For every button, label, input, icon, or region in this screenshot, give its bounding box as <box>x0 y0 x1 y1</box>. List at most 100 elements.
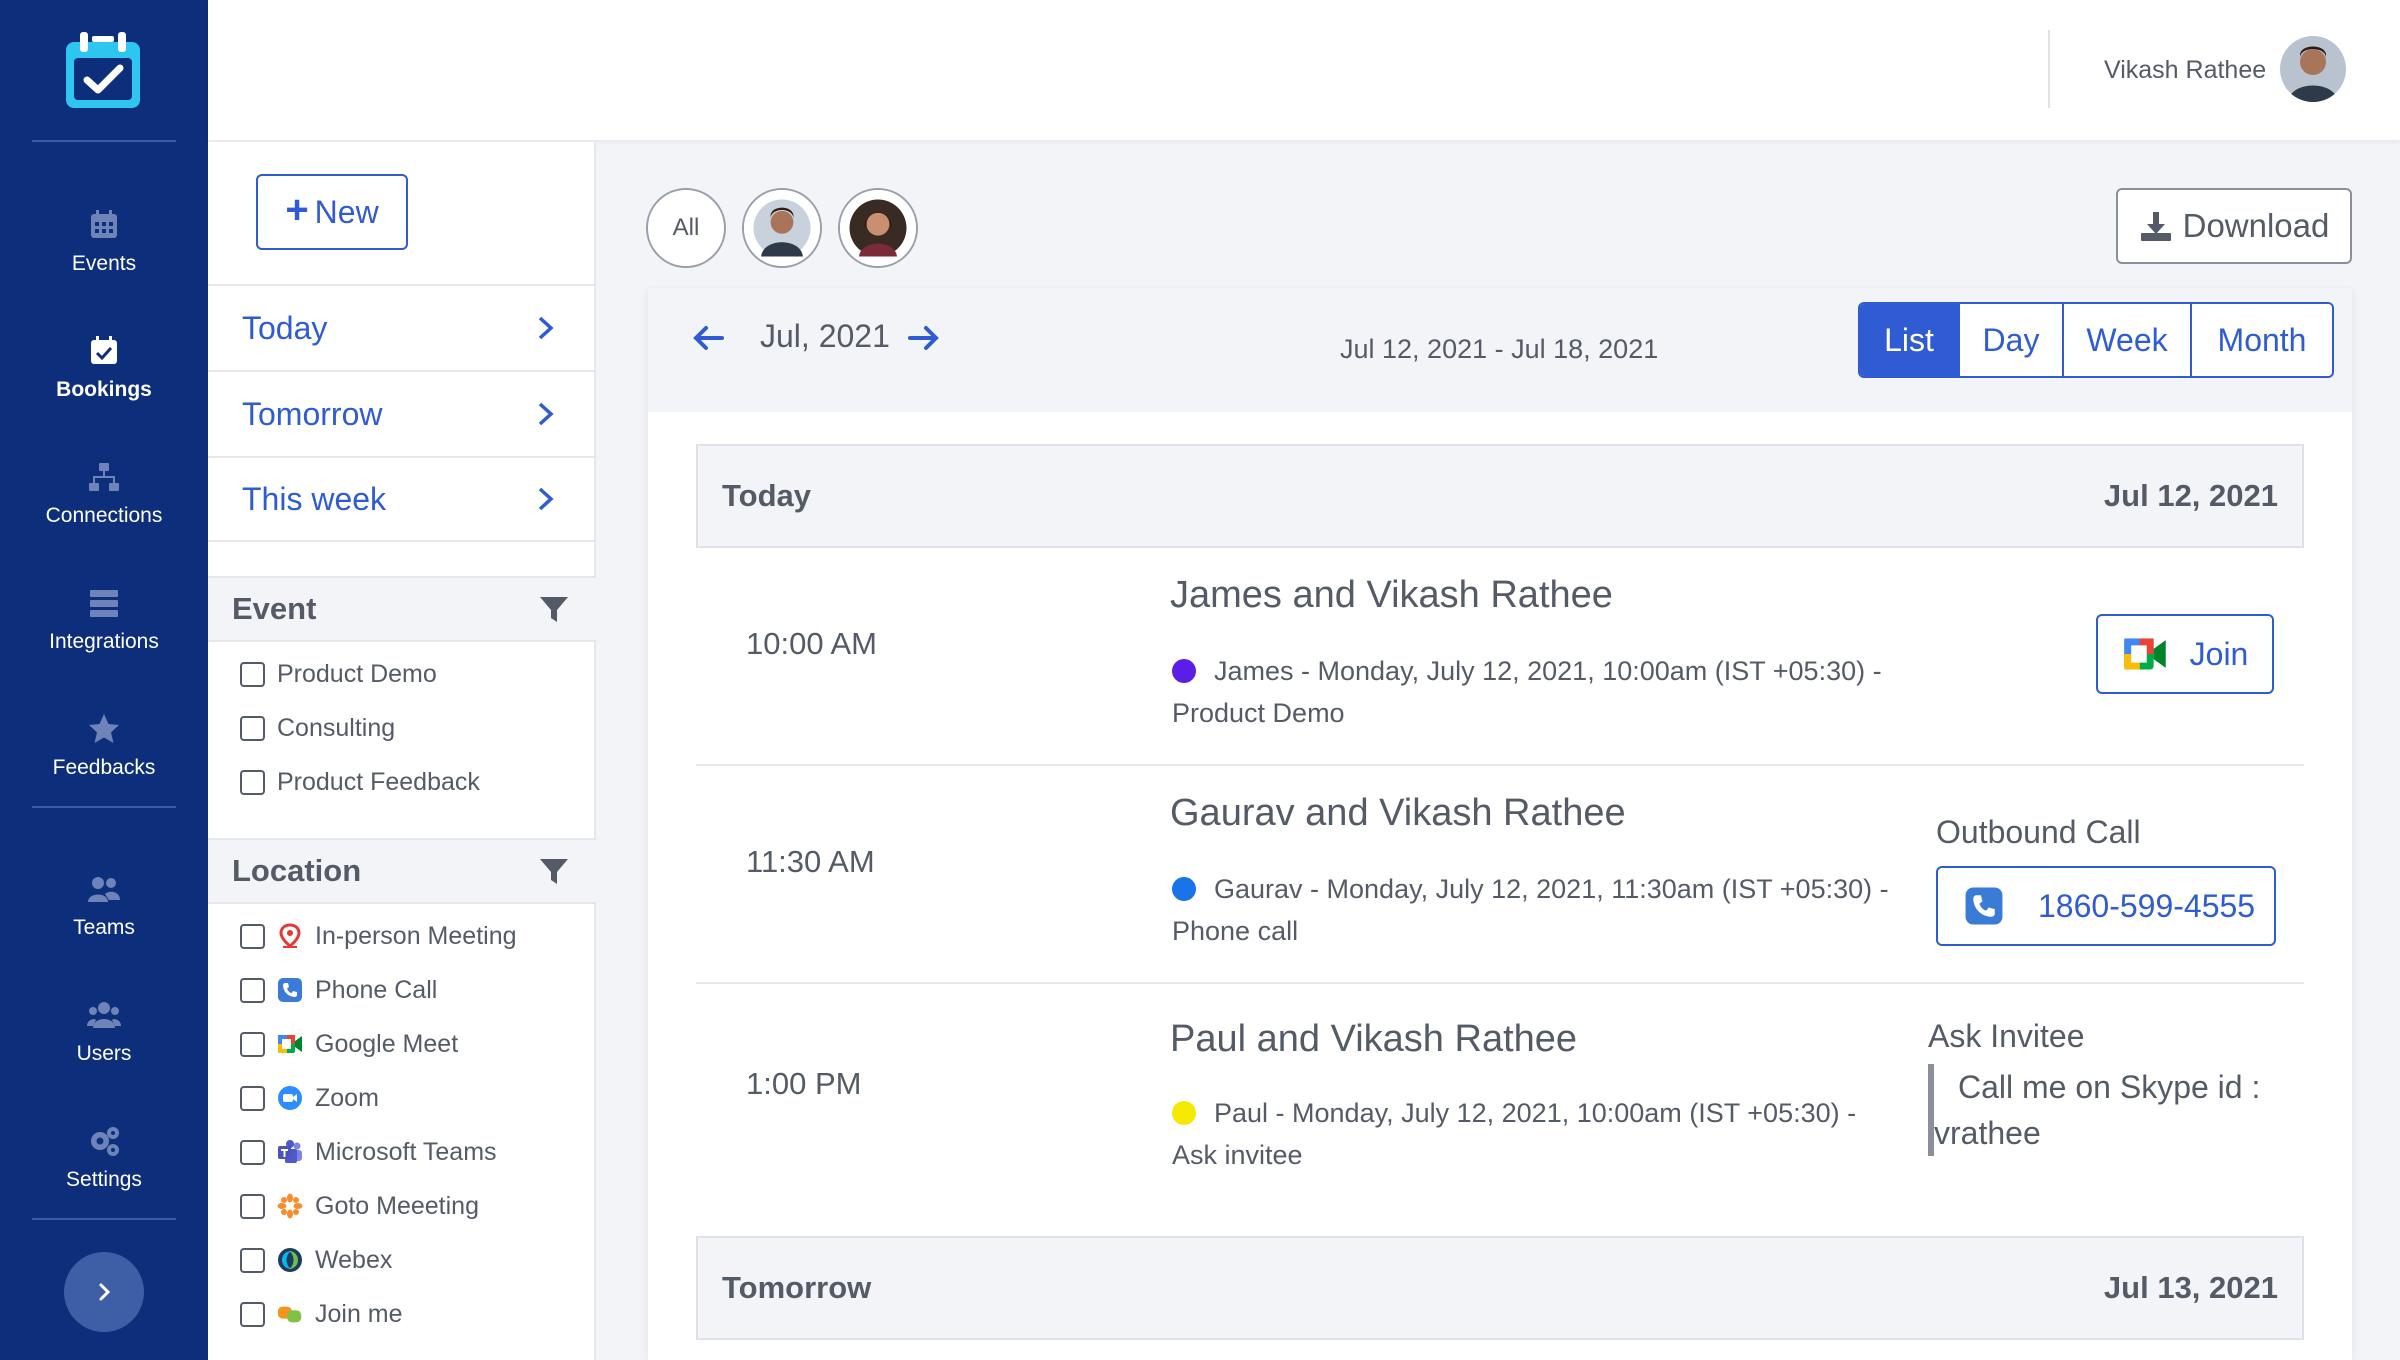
event-color-dot <box>1172 1101 1196 1125</box>
view-day-button[interactable]: Day <box>1958 304 2062 376</box>
filter-icon[interactable] <box>538 593 570 625</box>
phone-number-button[interactable]: 1860-599-4555 <box>1936 866 2276 946</box>
nav-item-bookings[interactable]: Bookings <box>0 334 208 444</box>
view-list-button[interactable]: List <box>1860 304 1958 376</box>
user-avatar[interactable] <box>2280 36 2346 102</box>
location-label: Join me <box>315 1299 403 1328</box>
nav-item-events[interactable]: Events <box>0 208 208 318</box>
view-week-button[interactable]: Week <box>2062 304 2190 376</box>
event-description: James - Monday, July 12, 2021, 10:00am (… <box>1172 650 1912 734</box>
view-switcher: List Day Week Month <box>1858 302 2334 378</box>
event-desc-line: James - Monday, July 12, 2021, 10:00am (… <box>1214 656 1882 686</box>
event-time: 1:00 PM <box>746 1066 862 1101</box>
zoom-icon <box>278 1086 302 1110</box>
chevron-right-icon <box>99 1283 111 1301</box>
day-date: Jul 13, 2021 <box>2103 1270 2278 1305</box>
main-nav: Events Bookings Connections Integrations… <box>0 0 208 1360</box>
booking-row[interactable]: 11:30 AM Gaurav and Vikash Rathee Gaurav… <box>696 766 2304 984</box>
location-option[interactable]: Join me <box>240 1296 403 1332</box>
event-type-option[interactable]: Product Demo <box>240 656 437 692</box>
chevron-right-icon <box>538 316 554 340</box>
nav-label: Events <box>71 252 137 275</box>
calendar-check-icon <box>91 336 117 364</box>
event-title[interactable]: Gaurav and Vikash Rathee <box>1170 792 1626 835</box>
checkbox[interactable] <box>240 977 265 1003</box>
ask-invitee-label: Ask Invitee <box>1928 1018 2085 1054</box>
chevron-right-icon <box>538 402 554 426</box>
location-label: Microsoft Teams <box>315 1137 497 1166</box>
checkbox[interactable] <box>240 1085 265 1111</box>
location-option[interactable]: Webex <box>240 1242 392 1278</box>
event-type-option[interactable]: Product Feedback <box>240 764 480 800</box>
quick-filter-tomorrow[interactable]: Tomorrow <box>208 370 596 456</box>
location-label: Webex <box>315 1245 393 1274</box>
event-desc-line: Phone call <box>1172 916 1299 946</box>
day-header-today: Today Jul 12, 2021 <box>696 444 2304 548</box>
join-label: Join <box>2189 635 2249 672</box>
top-header: Vikash Rathee <box>208 0 2400 140</box>
user-name[interactable]: Vikash Rathee <box>2104 56 2266 85</box>
location-filter-header: Location <box>208 838 596 904</box>
location-option[interactable]: In-person Meeting <box>240 918 517 954</box>
location-option[interactable]: Google Meet <box>240 1026 458 1062</box>
avatar-photo-icon <box>744 190 820 266</box>
booking-row[interactable]: 1:00 PM Paul and Vikash Rathee Paul - Mo… <box>696 984 2304 1206</box>
nav-item-teams[interactable]: Teams <box>0 872 208 982</box>
quick-filter-this-week[interactable]: This week <box>208 456 596 542</box>
view-month-button[interactable]: Month <box>2190 304 2332 376</box>
invitee-answer-line: vrathee <box>1934 1115 2041 1151</box>
event-description: Paul - Monday, July 12, 2021, 10:00am (I… <box>1172 1092 1912 1176</box>
arrow-left-icon[interactable] <box>688 318 728 358</box>
checkbox[interactable] <box>240 923 265 949</box>
location-option[interactable]: Microsoft Teams <box>240 1134 497 1170</box>
checkbox[interactable] <box>240 1193 265 1219</box>
quick-filter-today[interactable]: Today <box>208 284 596 370</box>
location-option[interactable]: Goto Meeeting <box>240 1188 479 1224</box>
gears-icon <box>91 1127 119 1156</box>
star-icon <box>89 714 119 743</box>
location-label: In-person Meeting <box>315 921 517 950</box>
new-booking-button[interactable]: + New <box>256 174 408 250</box>
day-label: Today <box>722 478 811 513</box>
phone-icon <box>1965 887 2003 925</box>
checkbox[interactable] <box>240 769 265 795</box>
event-title[interactable]: Paul and Vikash Rathee <box>1170 1018 1577 1061</box>
checkbox[interactable] <box>240 1031 265 1057</box>
checkbox[interactable] <box>240 661 265 687</box>
event-desc-line: Ask invitee <box>1172 1140 1303 1170</box>
nav-item-integrations[interactable]: Integrations <box>0 586 208 696</box>
checkbox[interactable] <box>240 1139 265 1165</box>
event-type-option[interactable]: Consulting <box>240 710 395 746</box>
checkbox[interactable] <box>240 1247 265 1273</box>
booking-row[interactable]: 10:00 AM James and Vikash Rathee James -… <box>696 548 2304 766</box>
current-month-label: Jul, 2021 <box>760 318 890 354</box>
nav-item-users[interactable]: Users <box>0 998 208 1108</box>
download-button[interactable]: Download <box>2116 188 2352 264</box>
expand-nav-button[interactable] <box>64 1252 144 1332</box>
event-type-label: Product Demo <box>277 659 437 688</box>
gotomeeting-icon <box>277 1193 303 1219</box>
day-date: Jul 12, 2021 <box>2103 478 2278 513</box>
event-color-dot <box>1172 659 1196 683</box>
arrow-right-icon[interactable] <box>904 318 944 358</box>
nav-label: Bookings <box>56 378 152 401</box>
event-title[interactable]: James and Vikash Rathee <box>1170 574 1613 617</box>
calendar-check-logo-icon[interactable] <box>60 28 146 114</box>
nav-divider <box>32 806 176 808</box>
location-label: Phone Call <box>315 975 438 1004</box>
invitee-answer: Call me on Skype id : vrathee <box>1928 1064 2268 1156</box>
location-option[interactable]: Zoom <box>240 1080 379 1116</box>
attendee-chip[interactable] <box>742 188 822 268</box>
team-icon <box>88 877 120 902</box>
day-label: Tomorrow <box>722 1270 872 1305</box>
checkbox[interactable] <box>240 1301 265 1327</box>
checkbox[interactable] <box>240 715 265 741</box>
event-time: 11:30 AM <box>746 844 875 879</box>
event-filter-header: Event <box>208 576 596 642</box>
filter-all-chip[interactable]: All <box>646 188 726 268</box>
filter-icon[interactable] <box>538 855 570 887</box>
location-option[interactable]: Phone Call <box>240 972 437 1008</box>
nav-item-connections[interactable]: Connections <box>0 460 208 570</box>
join-meeting-button[interactable]: Join <box>2096 614 2274 694</box>
attendee-chip[interactable] <box>838 188 918 268</box>
